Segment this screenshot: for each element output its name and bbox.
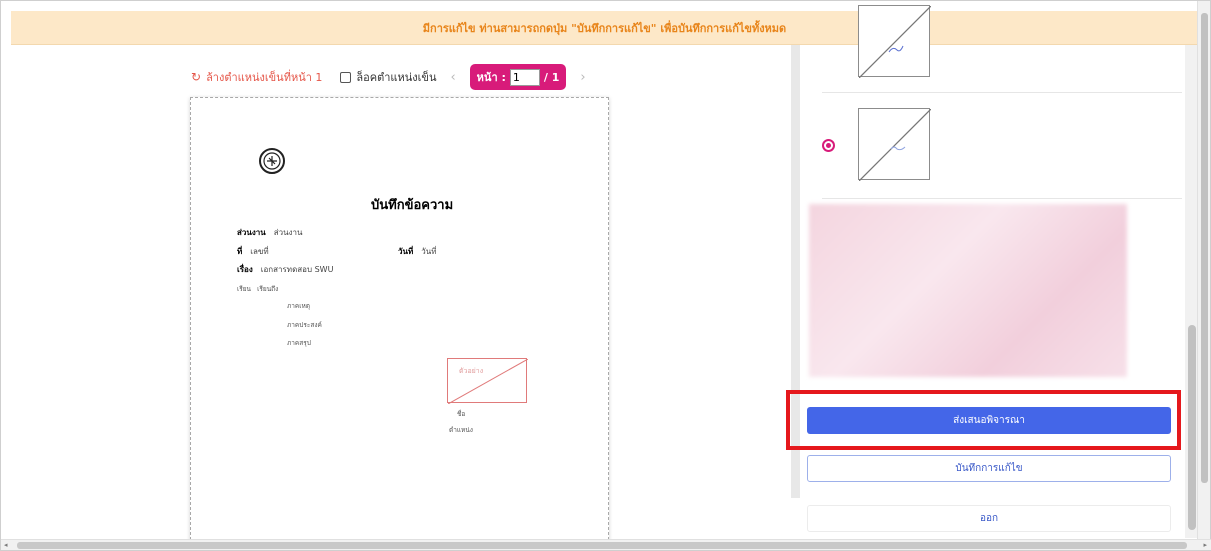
- panel-scrollbar-thumb[interactable]: [1188, 325, 1196, 530]
- signature-image: [858, 5, 932, 79]
- subject-field: เรื่อง เอกสารทดสอบ SWU: [237, 265, 334, 274]
- next-page-button[interactable]: ›: [580, 70, 585, 85]
- document-title: บันทึกข้อความ: [371, 198, 454, 213]
- document-toolbar: ↻ ล้างตำแหน่งเข็นที่หน้า 1 ล็อคตำแหน่งเข…: [191, 64, 600, 90]
- signature-radio-selected[interactable]: [822, 139, 835, 152]
- lock-position-label: ล็อคตำแหน่งเข็น: [356, 71, 437, 84]
- submit-for-review-button[interactable]: ส่งเสนอพิจารณา: [807, 407, 1171, 434]
- checkbox-icon[interactable]: [340, 71, 352, 83]
- exit-button[interactable]: ออก: [807, 505, 1171, 532]
- signature-placeholder-box[interactable]: [447, 358, 529, 405]
- signature-thumbnail: [858, 108, 932, 182]
- signature-option-2[interactable]: [822, 93, 1182, 199]
- lock-position-checkbox[interactable]: ล็อคตำแหน่งเข็น: [340, 68, 436, 86]
- paragraph-purpose: ภาคประสงค์: [287, 321, 322, 329]
- save-changes-button[interactable]: บันทึกการแก้ไข: [807, 455, 1171, 482]
- signature-option-1[interactable]: [822, 5, 1182, 93]
- scroll-right-arrow-icon[interactable]: ▸: [1203, 541, 1207, 549]
- blurred-signature-area: [809, 204, 1127, 377]
- page-selector: หน้า : / 1: [469, 64, 567, 90]
- page-horizontal-scrollbar[interactable]: [1, 539, 1211, 550]
- app-window: มีการแก้ไข ท่านสามารถกดปุ่ม "บันทึกการแก…: [0, 0, 1211, 551]
- document-preview: บันทึกข้อความ ส่วนงาน ส่วนงาน ที่ เลขที่ ว…: [190, 97, 609, 545]
- clear-position-button[interactable]: ↻ ล้างตำแหน่งเข็นที่หน้า 1: [191, 68, 322, 86]
- prev-page-button[interactable]: ‹: [450, 70, 455, 85]
- paragraph-reason: ภาคเหตุ: [287, 302, 311, 310]
- doc-number-field: ที่ เลขที่: [237, 247, 269, 256]
- banner-message: มีการแก้ไข ท่านสามารถกดปุ่ม "บันทึกการแก…: [422, 21, 787, 35]
- refresh-icon: ↻: [191, 70, 202, 84]
- page-input[interactable]: [509, 68, 540, 86]
- page-total: / 1: [543, 70, 560, 84]
- horizontal-scrollbar-thumb[interactable]: [17, 542, 1187, 549]
- recipient-field: เรียน เรียนถึง: [237, 285, 279, 293]
- institution-seal-logo: [259, 148, 285, 174]
- paragraph-conclusion: ภาคสรุป: [287, 339, 311, 347]
- edit-notice-banner: มีการแก้ไข ท่านสามารถกดปุ่ม "บันทึกการแก…: [11, 11, 1198, 45]
- vertical-scrollbar-thumb[interactable]: [1201, 13, 1208, 483]
- signature-image: [858, 108, 932, 182]
- page-vertical-scrollbar[interactable]: [1197, 1, 1210, 541]
- signature-placeholder-label: ตัวอย่าง: [459, 367, 484, 375]
- department-field: ส่วนงาน ส่วนงาน: [237, 228, 303, 237]
- signer-name: ชื่อ: [457, 410, 466, 418]
- scroll-left-arrow-icon[interactable]: ◂: [4, 541, 8, 549]
- clear-position-label: ล้างตำแหน่งเข็นที่หน้า 1: [206, 71, 323, 84]
- page-label: หน้า :: [476, 71, 506, 84]
- signature-thumbnail: [858, 5, 932, 79]
- signer-position: ตำแหน่ง: [449, 426, 473, 434]
- date-field: วันที่ วันที่: [398, 247, 437, 256]
